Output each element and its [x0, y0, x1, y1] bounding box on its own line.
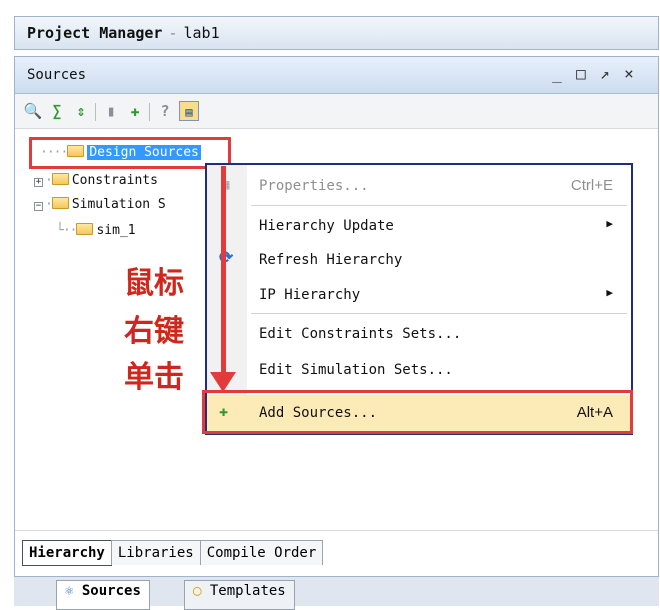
tab-compile-order[interactable]: Compile Order	[199, 540, 324, 565]
annotation-box-design-sources	[29, 137, 231, 169]
help-icon[interactable]: ?	[155, 101, 175, 121]
float-icon[interactable]: ↗	[595, 64, 615, 83]
open-folder-icon[interactable]: ▮	[101, 101, 121, 121]
panel-tabs: ⚛ Sources ◯ Templates	[14, 576, 659, 610]
menu-separator	[251, 205, 627, 206]
search-icon[interactable]: 🔍	[23, 101, 43, 121]
divider	[15, 530, 658, 531]
menu-item-label: Edit Simulation Sets...	[259, 362, 453, 378]
add-sources-icon[interactable]: ✚	[125, 101, 145, 121]
menu-item-hierarchy-update[interactable]: Hierarchy Update ▶	[207, 209, 631, 243]
menu-item-properties[interactable]: ▦ Properties... Ctrl+E	[207, 169, 631, 203]
menu-item-edit-constraints-sets[interactable]: Edit Constraints Sets...	[207, 317, 631, 351]
folder-icon	[76, 223, 94, 235]
title-separator: -	[168, 24, 178, 42]
minimize-icon[interactable]: _	[547, 64, 567, 83]
menu-item-shortcut: Ctrl+E	[570, 177, 613, 194]
toolbar-separator	[149, 103, 150, 121]
tree-connector-icon: └··	[56, 223, 78, 238]
menu-item-ip-hierarchy[interactable]: IP Hierarchy ▶	[207, 278, 631, 312]
title-bar: Project Manager - lab1	[14, 16, 659, 50]
tab-hierarchy[interactable]: Hierarchy	[22, 540, 112, 566]
maximize-icon[interactable]: □	[571, 64, 591, 83]
panel-header: Sources _ □ ↗ ×	[15, 57, 658, 94]
tree-item-sim-1[interactable]: └·· sim_1	[56, 223, 136, 245]
folder-icon	[51, 197, 69, 209]
tab-sources[interactable]: ⚛ Sources	[56, 580, 150, 610]
close-icon[interactable]: ×	[619, 64, 639, 83]
tree-connector-icon: ·	[45, 173, 53, 188]
tree-item-label: Simulation S	[71, 197, 166, 212]
submenu-arrow-icon: ▶	[606, 217, 613, 230]
menu-item-label: Hierarchy Update	[259, 218, 394, 234]
window-title: Project Manager - lab1	[27, 24, 220, 42]
menu-item-refresh-hierarchy[interactable]: ⟳ Refresh Hierarchy	[207, 243, 631, 277]
folder-icon	[51, 173, 69, 185]
toolbar: 🔍 ∑ ⇕ ▮ ✚ ? ▤	[15, 94, 658, 129]
annotation-text-click: 单击	[124, 360, 184, 395]
menu-separator	[251, 313, 627, 314]
tree-connector-icon: ·	[45, 197, 53, 212]
menu-item-label: Refresh Hierarchy	[259, 252, 403, 268]
panel-title: Sources	[27, 67, 87, 83]
tab-label: Templates	[209, 583, 286, 599]
tree-item-label: Constraints	[71, 173, 158, 188]
collapse-all-icon[interactable]: ∑	[47, 101, 67, 121]
tab-label: Sources	[81, 583, 141, 599]
menu-item-label: Edit Constraints Sets...	[259, 326, 462, 342]
annotation-text-mouse: 鼠标	[124, 266, 184, 301]
view-tabs: Hierarchy Libraries Compile Order	[22, 540, 324, 568]
collapse-icon[interactable]: −	[34, 202, 43, 211]
menu-item-edit-simulation-sets[interactable]: Edit Simulation Sets...	[207, 353, 631, 387]
toolbar-separator	[95, 103, 96, 121]
tree-item-simulation-sources[interactable]: − · Simulation S	[34, 197, 166, 219]
annotation-arrow-head-icon	[210, 372, 236, 392]
annotation-text-right-key: 右键	[124, 314, 184, 349]
show-hierarchy-icon[interactable]: ▤	[179, 101, 199, 121]
project-name: lab1	[183, 24, 220, 42]
expand-icon[interactable]: +	[34, 178, 43, 187]
tab-templates[interactable]: ◯ Templates	[184, 580, 295, 610]
sources-icon: ⚛	[65, 583, 74, 599]
menu-item-label: IP Hierarchy	[259, 287, 361, 303]
annotation-box-add-sources	[202, 390, 633, 434]
annotation-arrow-line	[221, 166, 226, 378]
tab-libraries[interactable]: Libraries	[110, 540, 201, 565]
submenu-arrow-icon: ▶	[606, 286, 613, 299]
tree-item-constraints[interactable]: + · Constraints	[34, 173, 158, 195]
lightbulb-icon: ◯	[193, 583, 202, 599]
tree-item-label: sim_1	[96, 223, 136, 238]
menu-item-label: Properties...	[259, 178, 369, 194]
expand-all-icon[interactable]: ⇕	[71, 101, 91, 121]
title-label: Project Manager	[27, 24, 163, 42]
